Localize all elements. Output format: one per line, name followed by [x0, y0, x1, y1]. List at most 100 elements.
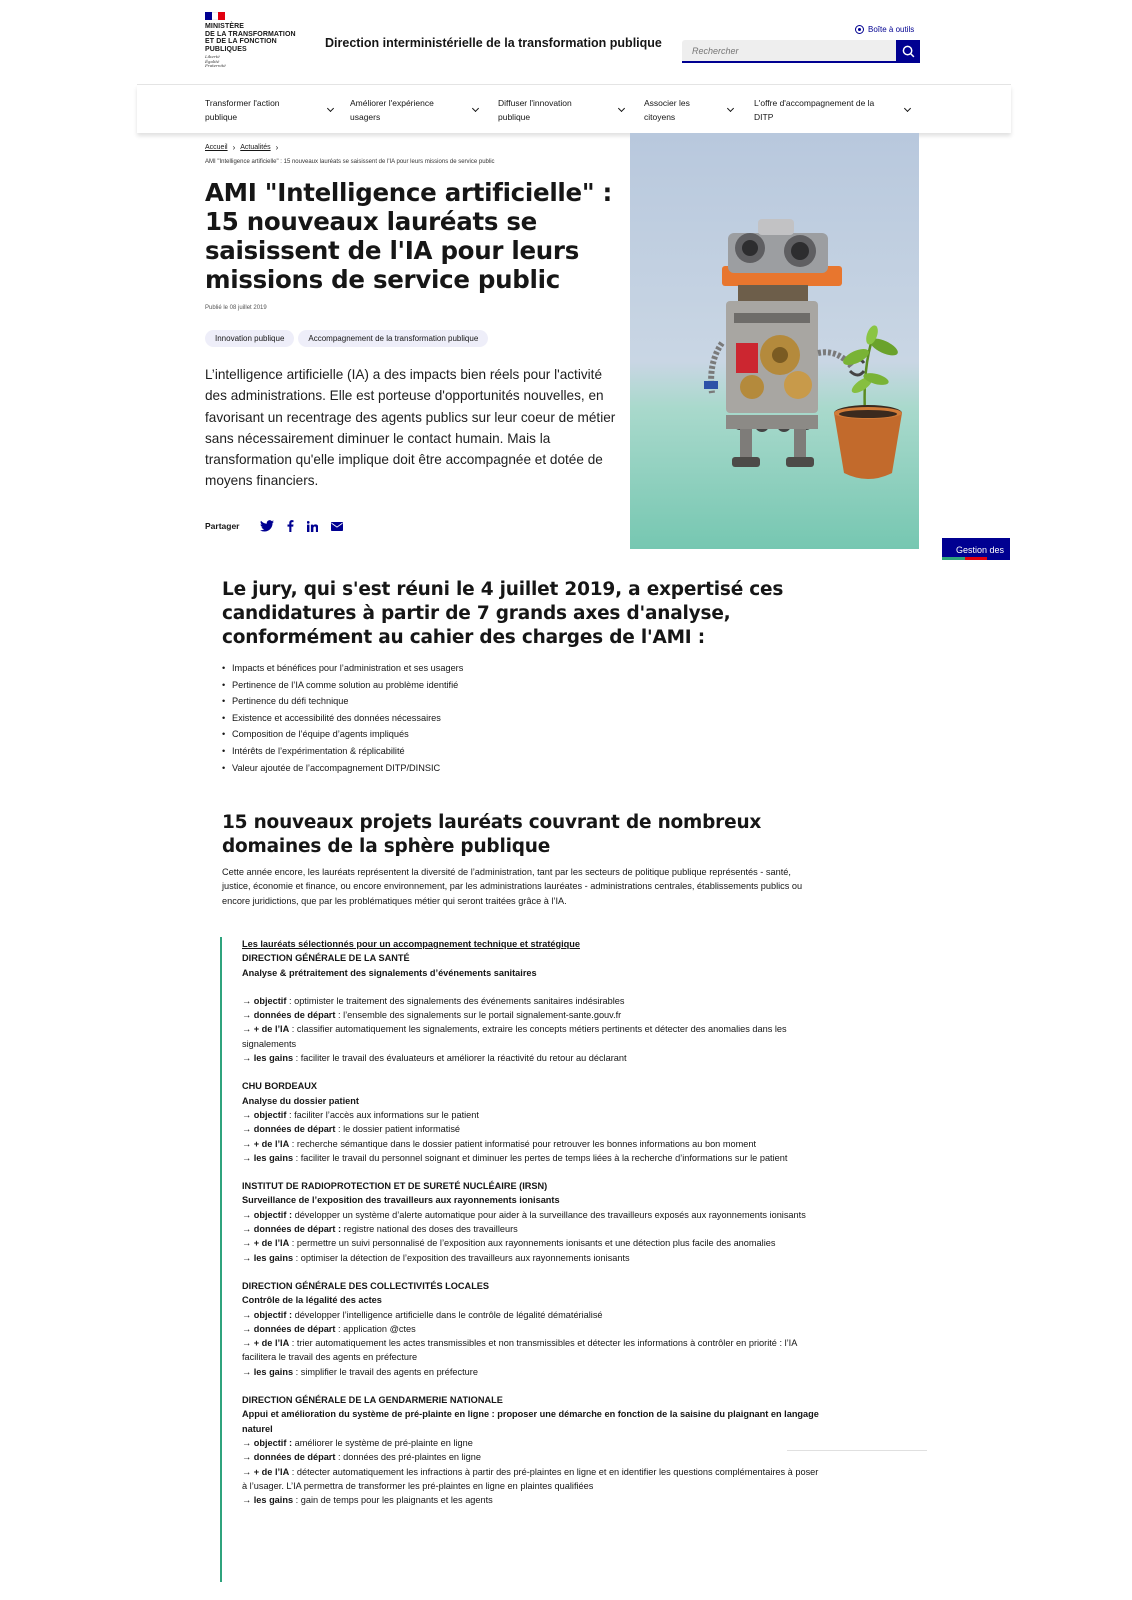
list-item: Intérêts de l’expérimentation & réplicab… — [222, 743, 463, 760]
arrow-right-icon: → — [242, 1138, 254, 1149]
detail-value: : faciliter l’accès aux informations sur… — [286, 1109, 479, 1120]
nav-item-label: Associer les citoyens — [644, 98, 690, 122]
search-input[interactable] — [682, 40, 896, 63]
arrow-right-icon: → — [242, 995, 254, 1006]
winner-detail-line: → les gains : faciliter le travail du pe… — [242, 1151, 820, 1165]
service-title[interactable]: Direction interministérielle de la trans… — [325, 36, 662, 50]
search-button[interactable] — [896, 40, 920, 63]
detail-key: + de l’IA — [253, 1024, 290, 1035]
winner-organization: Institut de radioprotection et de sureté… — [242, 1181, 548, 1192]
winner-detail-line: → objectif : développer l’intelligence a… — [242, 1308, 820, 1322]
arrow-right-icon: → — [242, 1366, 254, 1377]
search-icon — [902, 45, 914, 58]
tag-innovation[interactable]: Innovation publique — [205, 330, 295, 347]
winner-detail-line: → objectif : optimister le traitement de… — [242, 994, 820, 1008]
nav-item-offre[interactable]: L'offre d'accompagnement de la DITP — [754, 85, 914, 133]
nav-item-experience[interactable]: Améliorer l'expérience usagers — [350, 85, 498, 133]
detail-key: les gains — [253, 1053, 294, 1064]
criteria-heading: Le jury, qui s'est réuni le 4 juillet 20… — [222, 579, 784, 648]
winner-detail-line: → données de départ : l’ensemble des sig… — [242, 1008, 820, 1022]
tools-label: Boîte à outils — [868, 25, 915, 34]
detail-value: : optimiser la détection de l’exposition… — [293, 1252, 630, 1263]
detail-value: : trier automatiquement les actes transm… — [242, 1338, 797, 1363]
detail-value: : faciliter le travail du personnel soig… — [293, 1152, 788, 1163]
nav-item-citoyens[interactable]: Associer les citoyens — [644, 85, 754, 133]
arrow-right-icon: → — [242, 1152, 254, 1163]
detail-value: : le dossier patient informatisé — [335, 1124, 461, 1135]
winner-detail-line: → données de départ : registre national … — [242, 1222, 820, 1236]
site-header: Ministère de la transformation et de la … — [137, 0, 1011, 85]
detail-value: : détecter automatiquement les infractio… — [242, 1466, 819, 1491]
winner-block: Direction générale des collectivités loc… — [242, 1279, 820, 1379]
detail-value: : faciliter le travail des évaluateurs e… — [293, 1053, 627, 1064]
detail-key: les gains — [253, 1152, 294, 1163]
republic-flag-icon — [205, 12, 226, 20]
detail-key: objectif : — [253, 1309, 293, 1320]
list-item: Impacts et bénéfices pour l’administrati… — [222, 660, 463, 677]
publication-date: Publié le 08 juillet 2019 — [205, 305, 267, 311]
arrow-right-icon: → — [242, 1124, 254, 1135]
detail-key: objectif : — [253, 1209, 293, 1220]
winners-heading[interactable]: Les lauréats sélectionnés pour un accomp… — [242, 937, 820, 951]
tag-accompagnement[interactable]: Accompagnement de la transformation publ… — [298, 330, 489, 347]
main-nav: Transformer l'action publique Améliorer … — [137, 85, 1011, 133]
settings-icon — [855, 25, 864, 34]
winner-organization: Direction générale des collectivités loc… — [242, 1280, 490, 1291]
winner-detail-line: → données de départ : données des pré-pl… — [242, 1450, 820, 1464]
email-icon[interactable] — [330, 521, 343, 531]
detail-key: objectif — [253, 1109, 287, 1120]
chevron-down-icon — [617, 104, 626, 113]
chevron-down-icon — [326, 104, 335, 113]
chevron-right-icon: › — [275, 143, 279, 152]
detail-key: données de départ — [253, 1323, 336, 1334]
tag-list: Innovation publique Accompagnement de la… — [205, 330, 489, 347]
detail-value: registre national des doses des travaill… — [341, 1224, 518, 1235]
arrow-right-icon: → — [242, 1495, 254, 1506]
winner-detail-line: → + de l’IA : permettre un suivi personn… — [242, 1236, 820, 1250]
detail-key: + de l’IA — [253, 1238, 290, 1249]
winner-project: Surveillance de l’exposition des travail… — [242, 1195, 560, 1206]
winner-organization: Direction générale de la santé — [242, 953, 410, 964]
ministry-logo[interactable]: Ministère de la transformation et de la … — [205, 12, 305, 69]
criteria-list: Impacts et bénéfices pour l’administrati… — [222, 660, 463, 776]
arrow-right-icon: → — [242, 1323, 254, 1334]
arrow-right-icon: → — [242, 1252, 254, 1263]
list-item: Existence et accessibilité des données n… — [222, 710, 463, 727]
twitter-icon[interactable] — [259, 520, 274, 532]
detail-value: développer l’intelligence artificielle d… — [292, 1309, 603, 1320]
list-item: Valeur ajoutée de l’accompagnement DITP/… — [222, 760, 463, 777]
projects-heading: 15 nouveaux projets lauréats couvrant de… — [222, 812, 762, 857]
tools-link[interactable]: Boîte à outils — [855, 25, 914, 34]
arrow-right-icon: → — [242, 1338, 254, 1349]
linkedin-icon[interactable] — [306, 520, 318, 532]
breadcrumb-current: AMI "Intelligence artificielle" : 15 nou… — [205, 159, 495, 165]
republic-motto: Liberté Égalité Fraternité — [205, 54, 226, 68]
ministry-name: Ministère de la transformation et de la … — [205, 23, 296, 53]
list-item: Pertinence de l’IA comme solution au pro… — [222, 677, 463, 694]
detail-key: + de l’IA — [253, 1338, 290, 1349]
detail-value: : simplifier le travail des agents en pr… — [293, 1366, 478, 1377]
winner-detail-line: → objectif : développer un système d’ale… — [242, 1208, 820, 1222]
side-tab[interactable]: Gestion des — [942, 538, 1010, 560]
winner-detail-line: → les gains : gain de temps pour les pla… — [242, 1493, 820, 1507]
detail-value: améliorer le système de pré-plainte en l… — [292, 1437, 473, 1448]
breadcrumb-home-link[interactable]: Accueil — [205, 144, 228, 151]
nav-item-transformer[interactable]: Transformer l'action publique — [205, 85, 350, 133]
breadcrumb-news-link[interactable]: Actualités — [240, 144, 270, 151]
chevron-down-icon — [726, 104, 735, 113]
projects-intro: Cette année encore, les lauréats représe… — [222, 867, 803, 906]
winner-project: Analyse du dossier patient — [242, 1095, 359, 1106]
arrow-right-icon: → — [242, 1053, 254, 1064]
list-item: Pertinence du défi technique — [222, 693, 463, 710]
facebook-icon[interactable] — [287, 520, 294, 532]
winner-detail-line: → données de départ : application @ctes — [242, 1322, 820, 1336]
arrow-right-icon: → — [242, 1238, 254, 1249]
arrow-right-icon: → — [242, 1466, 254, 1477]
nav-item-innovation[interactable]: Diffuser l'innovation publique — [498, 85, 644, 133]
detail-value: : permettre un suivi personnalisé de l’e… — [289, 1238, 776, 1249]
detail-value: : optimister le traitement des signaleme… — [286, 995, 625, 1006]
detail-key: les gains — [253, 1495, 294, 1506]
detail-key: les gains — [253, 1252, 294, 1263]
arrow-right-icon: → — [242, 1224, 254, 1235]
share-label: Partager — [205, 521, 240, 531]
